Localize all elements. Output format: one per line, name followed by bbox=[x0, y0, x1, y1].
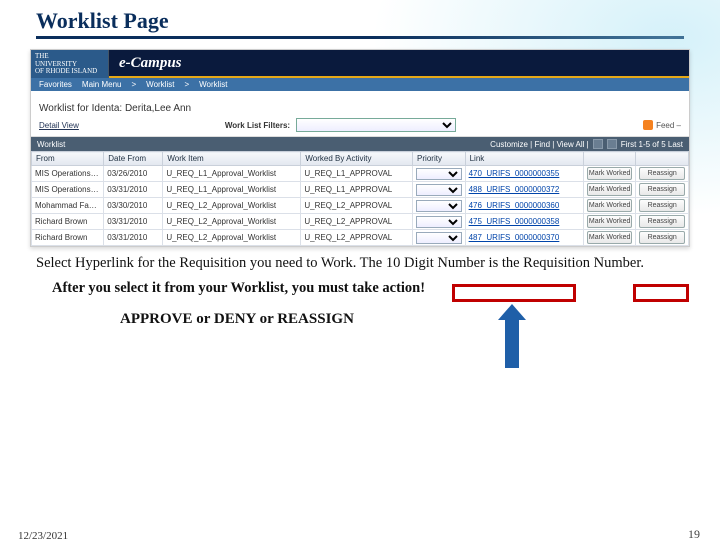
col-reassign bbox=[636, 152, 689, 166]
feed-label: Feed – bbox=[656, 121, 681, 130]
cell-item: U_REQ_L2_Approval_Worklist bbox=[163, 198, 301, 214]
cell-from: Mohammad Faghri bbox=[32, 198, 104, 214]
table-row: MIS Operations Scheduler 03/31/2010 U_RE… bbox=[32, 182, 689, 198]
footer-date: 12/23/2021 bbox=[18, 530, 68, 542]
sep: > bbox=[131, 80, 136, 89]
cell-date: 03/31/2010 bbox=[104, 230, 163, 246]
cell-activity: U_REQ_L2_APPROVAL bbox=[301, 198, 413, 214]
menu-worklist[interactable]: Worklist bbox=[199, 80, 227, 89]
mark-worked-button[interactable]: Mark Worked bbox=[587, 199, 633, 212]
filter-label: Work List Filters: bbox=[225, 121, 290, 130]
worklist-for-label: Worklist for Identa: Derita,Lee Ann bbox=[31, 99, 689, 116]
menu-favorites[interactable]: Favorites bbox=[39, 80, 72, 89]
menu-main[interactable]: Main Menu bbox=[82, 80, 122, 89]
cell-activity: U_REQ_L1_APPROVAL bbox=[301, 182, 413, 198]
cell-activity: U_REQ_L1_APPROVAL bbox=[301, 166, 413, 182]
app-screenshot: THE UNIVERSITY OF RHODE ISLAND e-Campus … bbox=[30, 49, 690, 247]
feed-link[interactable]: Feed – bbox=[643, 120, 681, 130]
col-activity[interactable]: Worked By Activity bbox=[301, 152, 413, 166]
requisition-link[interactable]: 476_URIFS_0000000360 bbox=[465, 198, 583, 214]
zoom-icon[interactable] bbox=[607, 139, 617, 149]
col-markworked bbox=[583, 152, 636, 166]
priority-select[interactable] bbox=[416, 168, 462, 180]
col-date[interactable]: Date From bbox=[104, 152, 163, 166]
col-from[interactable]: From bbox=[32, 152, 104, 166]
requisition-link[interactable]: 470_URIFS_0000000355 bbox=[465, 166, 583, 182]
slide-title-bar: Worklist Page bbox=[36, 8, 684, 39]
cell-from: MIS Operations Scheduler bbox=[32, 182, 104, 198]
table-header-row: From Date From Work Item Worked By Activ… bbox=[32, 152, 689, 166]
ecampus-brand: e-Campus bbox=[109, 50, 689, 78]
breadcrumb: Favorites Main Menu > Worklist > Worklis… bbox=[31, 78, 689, 99]
cell-from: MIS Operations Scheduler bbox=[32, 166, 104, 182]
grid-tools: Customize | Find | View All | First 1-5 … bbox=[490, 139, 683, 149]
university-logo: THE UNIVERSITY OF RHODE ISLAND bbox=[31, 50, 109, 78]
cell-date: 03/26/2010 bbox=[104, 166, 163, 182]
grid-tool-links[interactable]: Customize | Find | View All | bbox=[490, 140, 589, 149]
requisition-link[interactable]: 488_URIFS_0000000372 bbox=[465, 182, 583, 198]
detail-view-link[interactable]: Detail View bbox=[39, 121, 79, 130]
grid-header-bar: Worklist Customize | Find | View All | F… bbox=[31, 137, 689, 151]
priority-select[interactable] bbox=[416, 216, 462, 228]
reassign-button[interactable]: Reassign bbox=[639, 215, 685, 228]
feed-icon bbox=[643, 120, 653, 130]
grid-nav-text: First 1-5 of 5 Last bbox=[621, 140, 683, 149]
requisition-link[interactable]: 487_URIFS_0000000370 bbox=[465, 230, 583, 246]
worklist-table: From Date From Work Item Worked By Activ… bbox=[31, 151, 689, 246]
table-row: Mohammad Faghri 03/30/2010 U_REQ_L2_Appr… bbox=[32, 198, 689, 214]
menu-worklist-parent[interactable]: Worklist bbox=[146, 80, 174, 89]
mark-worked-button[interactable]: Mark Worked bbox=[587, 215, 633, 228]
col-link[interactable]: Link bbox=[465, 152, 583, 166]
reassign-button[interactable]: Reassign bbox=[639, 183, 685, 196]
worklist-filter-select[interactable] bbox=[296, 118, 456, 132]
header-band: THE UNIVERSITY OF RHODE ISLAND e-Campus bbox=[31, 50, 689, 78]
cell-item: U_REQ_L1_Approval_Worklist bbox=[163, 166, 301, 182]
reassign-button[interactable]: Reassign bbox=[639, 167, 685, 180]
mark-worked-button[interactable]: Mark Worked bbox=[587, 231, 633, 244]
cell-activity: U_REQ_L2_APPROVAL bbox=[301, 230, 413, 246]
cell-date: 03/31/2010 bbox=[104, 214, 163, 230]
cell-from: Richard Brown bbox=[32, 214, 104, 230]
table-row: Richard Brown 03/31/2010 U_REQ_L2_Approv… bbox=[32, 214, 689, 230]
filter-row: Detail View Work List Filters: Feed – bbox=[31, 116, 689, 137]
instruction-text-1: Select Hyperlink for the Requisition you… bbox=[36, 255, 684, 272]
cell-date: 03/30/2010 bbox=[104, 198, 163, 214]
table-row: MIS Operations Scheduler 03/26/2010 U_RE… bbox=[32, 166, 689, 182]
grid-title: Worklist bbox=[37, 140, 65, 149]
cell-from: Richard Brown bbox=[32, 230, 104, 246]
mark-worked-button[interactable]: Mark Worked bbox=[587, 167, 633, 180]
priority-select[interactable] bbox=[416, 232, 462, 244]
mark-worked-button[interactable]: Mark Worked bbox=[587, 183, 633, 196]
reassign-button[interactable]: Reassign bbox=[639, 231, 685, 244]
approve-deny-reassign-line: APPROVE or DENY or REASSIGN bbox=[120, 311, 720, 328]
logo-line3: OF RHODE ISLAND bbox=[35, 68, 104, 76]
sep: > bbox=[184, 80, 189, 89]
download-icon[interactable] bbox=[593, 139, 603, 149]
cell-item: U_REQ_L1_Approval_Worklist bbox=[163, 182, 301, 198]
reassign-button[interactable]: Reassign bbox=[639, 199, 685, 212]
col-item[interactable]: Work Item bbox=[163, 152, 301, 166]
cell-date: 03/31/2010 bbox=[104, 182, 163, 198]
priority-select[interactable] bbox=[416, 200, 462, 212]
priority-select[interactable] bbox=[416, 184, 462, 196]
cell-item: U_REQ_L2_Approval_Worklist bbox=[163, 230, 301, 246]
requisition-link[interactable]: 475_URIFS_0000000358 bbox=[465, 214, 583, 230]
col-priority[interactable]: Priority bbox=[413, 152, 466, 166]
cell-activity: U_REQ_L2_APPROVAL bbox=[301, 214, 413, 230]
slide-title: Worklist Page bbox=[36, 8, 684, 34]
table-row: Richard Brown 03/31/2010 U_REQ_L2_Approv… bbox=[32, 230, 689, 246]
instruction-text-2: After you select it from your Worklist, … bbox=[52, 280, 668, 297]
cell-item: U_REQ_L2_Approval_Worklist bbox=[163, 214, 301, 230]
